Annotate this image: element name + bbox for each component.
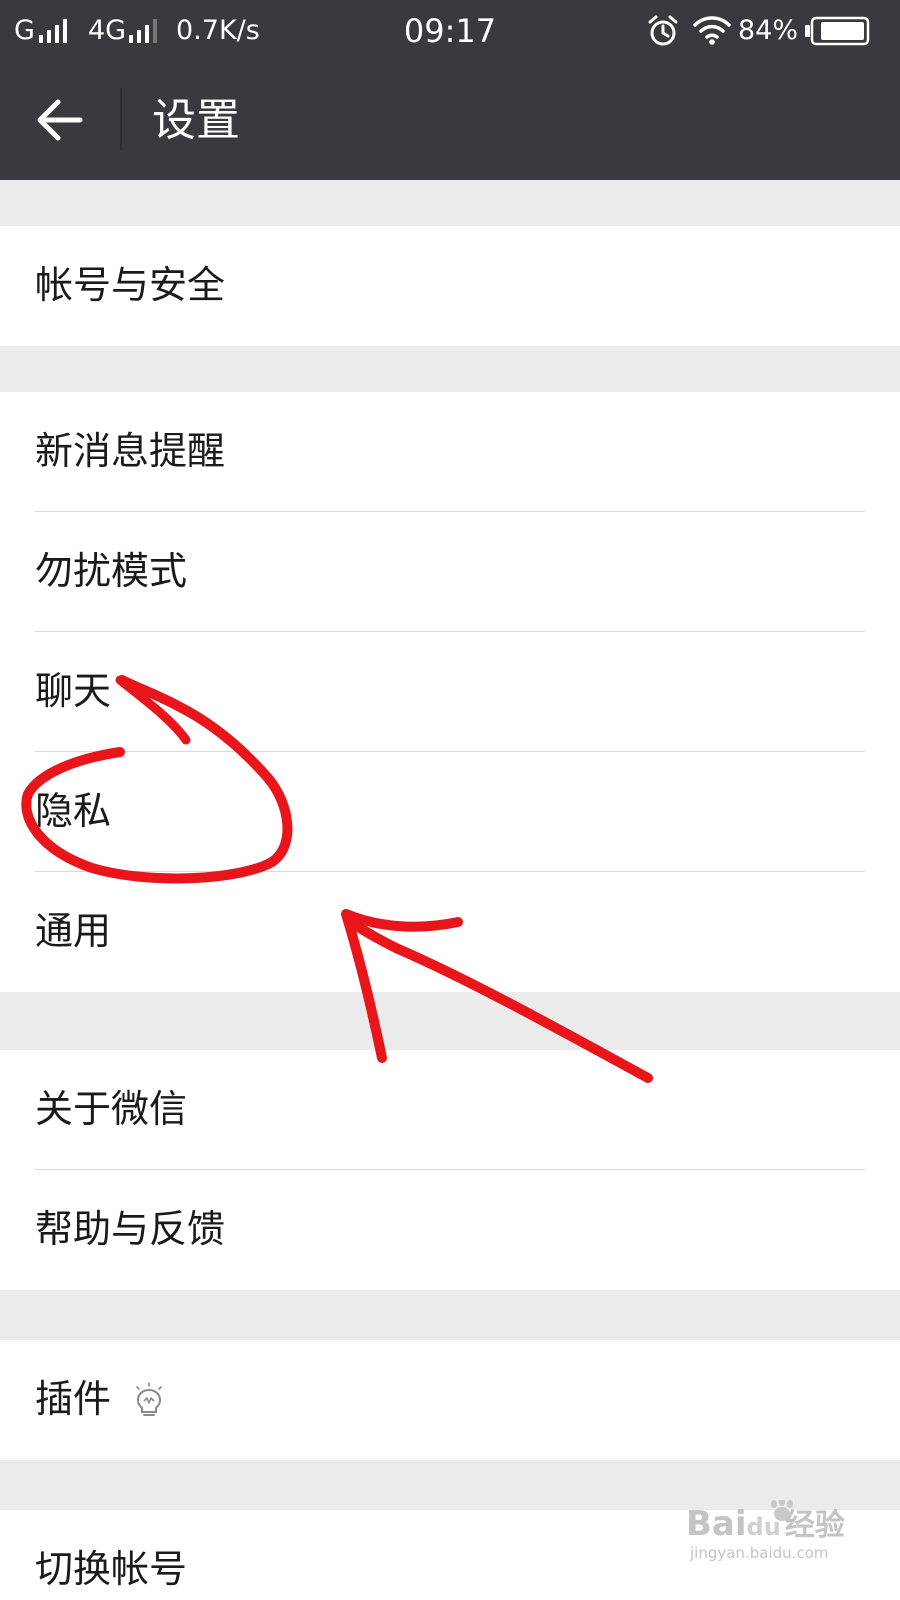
watermark-suffix: 经验 — [784, 1508, 845, 1543]
settings-item-chat[interactable]: 聊天 — [0, 632, 900, 752]
watermark-url: jingyan.baidu.com — [690, 1544, 829, 1562]
settings-item-general[interactable]: 通用 — [0, 872, 900, 992]
settings-item-label: 插件 — [35, 1377, 112, 1421]
battery-icon — [805, 16, 870, 46]
settings-item-plugins[interactable]: 插件 — [0, 1340, 900, 1460]
settings-item-label: 关于微信 — [35, 1087, 188, 1131]
settings-item-help-feedback[interactable]: 帮助与反馈 — [0, 1170, 900, 1290]
watermark-brand: Bai — [686, 1504, 747, 1544]
settings-group-about: 关于微信 帮助与反馈 — [0, 1050, 900, 1290]
watermark-logo: Baidu 经验 jingyan.baidu.com — [686, 1498, 886, 1590]
settings-item-account-security[interactable]: 帐号与安全 — [0, 226, 900, 346]
settings-group-plugins: 插件 — [0, 1340, 900, 1460]
settings-item-label: 切换帐号 — [35, 1547, 188, 1591]
settings-item-label: 帮助与反馈 — [35, 1207, 226, 1251]
title-bar: 设置 — [0, 62, 900, 180]
wifi-icon — [693, 16, 731, 45]
back-button[interactable] — [20, 82, 104, 160]
settings-item-about-wechat[interactable]: 关于微信 — [0, 1050, 900, 1170]
battery-percent: 84% — [738, 15, 799, 46]
page-title: 设置 — [152, 95, 240, 146]
settings-item-label: 勿扰模式 — [35, 549, 188, 593]
alarm-icon — [648, 15, 678, 46]
settings-item-privacy[interactable]: 隐私 — [0, 752, 900, 872]
settings-item-label: 隐私 — [35, 789, 112, 833]
settings-item-label: 新消息提醒 — [35, 429, 226, 473]
watermark-brand-paw: du — [746, 1513, 781, 1541]
settings-item-label: 通用 — [35, 909, 112, 953]
title-divider — [120, 88, 122, 150]
settings-item-do-not-disturb[interactable]: 勿扰模式 — [0, 512, 900, 632]
arrow-left-icon — [37, 99, 83, 141]
settings-item-label: 帐号与安全 — [35, 263, 226, 307]
settings-group-main: 新消息提醒 勿扰模式 聊天 隐私 通用 — [0, 392, 900, 992]
settings-item-label: 聊天 — [35, 669, 112, 713]
status-bar: G 4G 0.7K/s 09:17 84% — [0, 0, 900, 62]
settings-item-new-message-notification[interactable]: 新消息提醒 — [0, 392, 900, 512]
lightbulb-icon — [136, 1382, 162, 1416]
settings-group-account: 帐号与安全 — [0, 226, 900, 346]
